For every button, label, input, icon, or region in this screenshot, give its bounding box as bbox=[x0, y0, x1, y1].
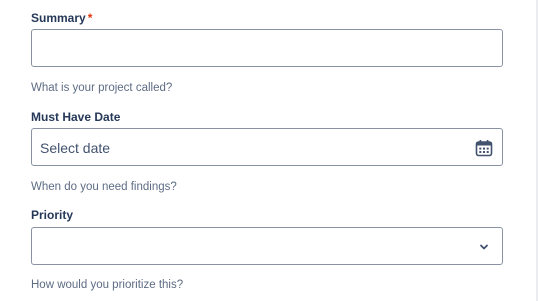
priority-help-text: How would you prioritize this? bbox=[31, 279, 184, 291]
must-have-date-help-text: When do you need findings? bbox=[31, 181, 177, 193]
chevron-down-icon[interactable] bbox=[478, 241, 490, 253]
date-placeholder: Select date bbox=[40, 140, 111, 156]
required-asterisk: * bbox=[87, 11, 93, 25]
summary-label: Summary * bbox=[31, 10, 92, 26]
summary-label-text: Summary bbox=[31, 11, 86, 25]
calendar-icon[interactable] bbox=[475, 139, 493, 157]
summary-input[interactable] bbox=[32, 30, 502, 66]
priority-select[interactable] bbox=[31, 227, 503, 265]
request-form: Summary * What is your project called? Mu… bbox=[0, 0, 538, 301]
must-have-date-label: Must Have Date bbox=[31, 110, 121, 124]
priority-label: Priority bbox=[31, 208, 74, 222]
date-picker-field[interactable]: Select date bbox=[31, 128, 503, 166]
summary-help-text: What is your project called? bbox=[31, 82, 173, 94]
summary-field[interactable] bbox=[31, 29, 503, 67]
